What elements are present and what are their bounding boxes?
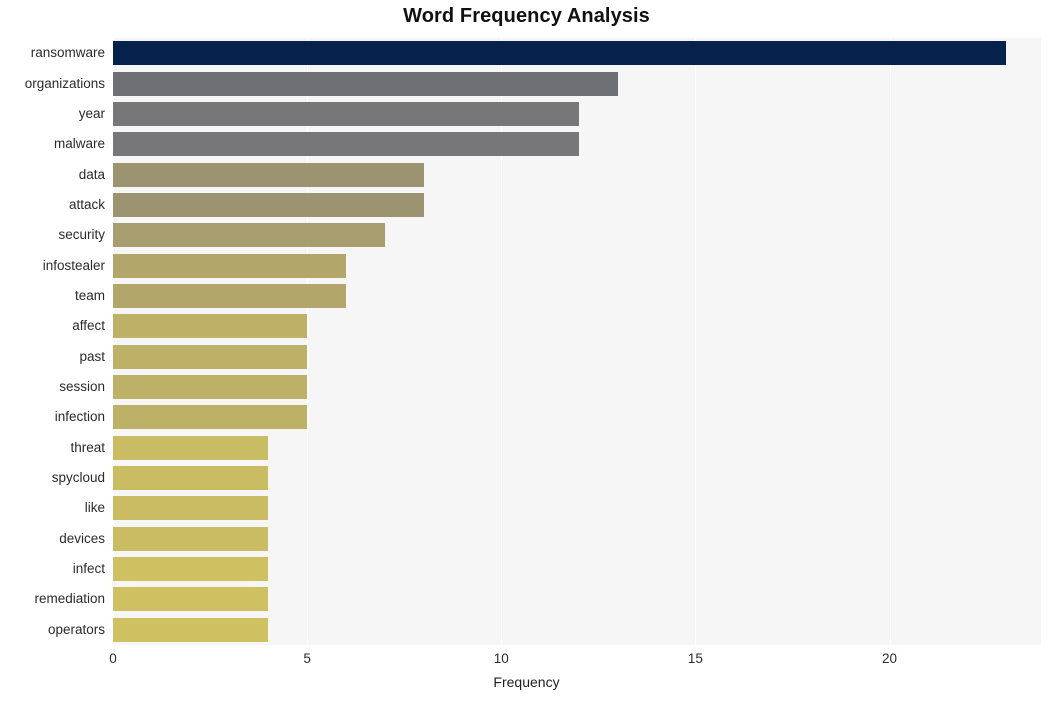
bar[interactable] bbox=[113, 41, 1007, 66]
x-tick-label-5: 5 bbox=[303, 651, 311, 666]
x-tick-label-10: 10 bbox=[493, 651, 509, 666]
bar[interactable] bbox=[113, 253, 346, 278]
y-tick-label-remediation: remediation bbox=[34, 591, 105, 607]
plot-area bbox=[113, 38, 1041, 645]
y-tick-label-year: year bbox=[78, 105, 105, 121]
y-tick-label-data: data bbox=[78, 166, 105, 182]
chart-figure: Word Frequency Analysis ransomware organi… bbox=[0, 0, 1053, 701]
y-tick-label-ransomware: ransomware bbox=[30, 45, 105, 61]
bar[interactable] bbox=[113, 405, 308, 430]
y-tick-label-spycloud: spycloud bbox=[51, 470, 105, 486]
y-tick-label-organizations: organizations bbox=[24, 75, 105, 91]
y-tick-label-security: security bbox=[58, 227, 105, 243]
bar[interactable] bbox=[113, 496, 269, 521]
y-tick-label-past: past bbox=[79, 348, 105, 364]
bar[interactable] bbox=[113, 466, 269, 491]
bar[interactable] bbox=[113, 375, 308, 400]
bar[interactable] bbox=[113, 617, 269, 642]
y-tick-label-devices: devices bbox=[59, 530, 105, 546]
bar[interactable] bbox=[113, 71, 618, 96]
bar[interactable] bbox=[113, 557, 269, 582]
bar[interactable] bbox=[113, 435, 269, 460]
y-tick-label-infect: infect bbox=[72, 561, 105, 577]
bar[interactable] bbox=[113, 283, 346, 308]
y-tick-label-threat: threat bbox=[70, 439, 105, 455]
bar[interactable] bbox=[113, 162, 424, 187]
x-axis-title: Frequency bbox=[493, 674, 560, 690]
bar[interactable] bbox=[113, 587, 269, 612]
y-tick-label-like: like bbox=[84, 500, 105, 516]
y-tick-label-infostealer: infostealer bbox=[42, 257, 105, 273]
bar[interactable] bbox=[113, 344, 308, 369]
bar[interactable] bbox=[113, 223, 385, 248]
y-axis-tick-labels: ransomware organizations year malware data at… bbox=[0, 38, 105, 645]
x-tick-label-15: 15 bbox=[687, 651, 703, 666]
y-tick-label-session: session bbox=[59, 379, 105, 395]
bar[interactable] bbox=[113, 192, 424, 217]
bars-group bbox=[113, 38, 1041, 645]
y-tick-label-team: team bbox=[74, 287, 105, 303]
y-tick-label-infection: infection bbox=[54, 409, 105, 425]
x-tick-label-0: 0 bbox=[109, 651, 117, 666]
bar[interactable] bbox=[113, 101, 579, 126]
y-tick-label-affect: affect bbox=[72, 318, 105, 334]
y-tick-label-malware: malware bbox=[53, 136, 105, 152]
x-axis-tick-labels: 0 5 10 15 20 bbox=[0, 645, 1053, 675]
bar[interactable] bbox=[113, 526, 269, 551]
bar[interactable] bbox=[113, 132, 579, 157]
y-tick-label-operators: operators bbox=[47, 621, 105, 637]
bar[interactable] bbox=[113, 314, 308, 339]
x-tick-label-20: 20 bbox=[882, 651, 898, 666]
chart-title: Word Frequency Analysis bbox=[403, 5, 650, 27]
y-tick-label-attack: attack bbox=[68, 196, 105, 212]
